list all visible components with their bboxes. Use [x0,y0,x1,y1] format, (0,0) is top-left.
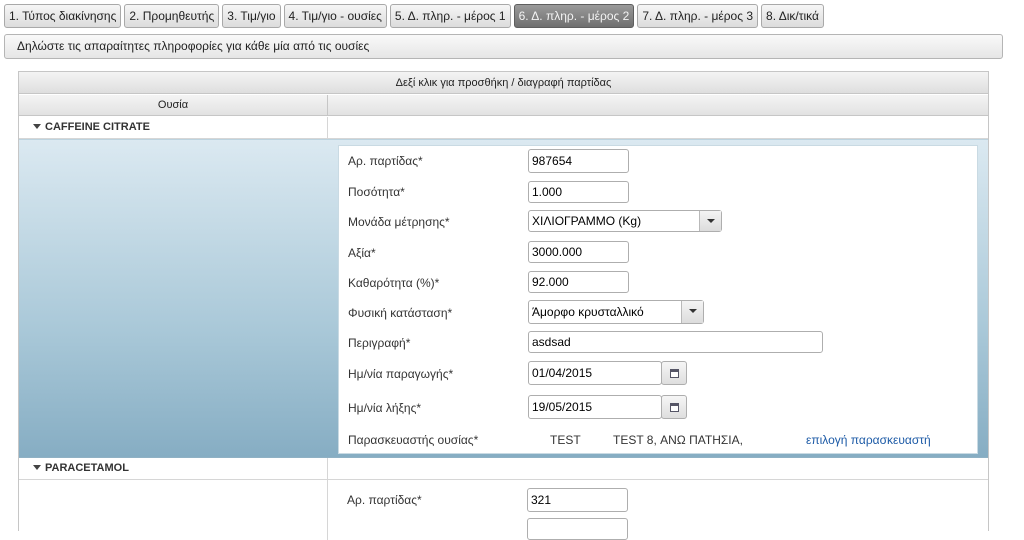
tab-step-4[interactable]: 4. Τιμ/γιο - ουσίες [283,4,387,28]
group-name: PARACETAMOL [45,462,129,474]
unit-select[interactable]: ΧΙΛΙΟΓΡΑΜΜΟ (Kg) [528,210,722,232]
quantity-label: Ποσότητα* [348,185,405,199]
purity-input[interactable]: 92.000 [528,271,629,293]
batch-input[interactable]: 321 [527,488,628,512]
description-label: Περιγραφή* [348,336,411,350]
step-tabs: 1. Τύπος διακίνησης 2. Προμηθευτής 3. Τι… [4,4,824,29]
batch-input[interactable]: 987654 [528,149,629,173]
expiry-date-input[interactable]: 19/05/2015 [528,395,662,419]
tab-step-7[interactable]: 7. Δ. πληρ. - μέρος 3 [637,4,759,28]
group-row-caffeine[interactable]: CAFFEINE CITRATE [19,117,988,139]
calendar-icon[interactable] [661,361,687,385]
purity-label: Καθαρότητα (%)* [348,276,440,290]
unit-select-value: ΧΙΛΙΟΓΡΑΜΜΟ (Kg) [532,214,642,228]
value-input[interactable]: 3000.000 [528,241,629,263]
chevron-down-icon[interactable] [699,211,721,231]
batch-label: Αρ. παρτίδας* [347,493,422,507]
production-date-input[interactable]: 01/04/2015 [528,361,662,385]
batch-label: Αρ. παρτίδας* [348,154,423,168]
tab-step-8[interactable]: 8. Δικ/τικά [761,4,824,28]
caret-down-icon[interactable] [33,124,41,129]
group-cell: CAFFEINE CITRATE [19,117,328,139]
detail-row: Αρ. παρτίδας* 987654 Ποσότητα* 1.000 Μον… [19,139,988,458]
grid-caption: Δεξί κλικ για προσθήκη / διαγραφή παρτίδ… [19,72,988,94]
detail-row: Αρ. παρτίδας* 321 [19,480,988,540]
chevron-down-icon[interactable] [681,301,703,323]
grid-header: Ουσία [19,95,988,116]
group-cell: PARACETAMOL [19,458,328,480]
group-name: CAFFEINE CITRATE [45,121,150,133]
description-input[interactable]: asdsad [528,331,823,353]
production-date-label: Ημ/νία παραγωγής* [348,367,454,381]
unit-label: Μονάδα μέτρησης* [348,215,450,229]
detail-row-left [19,480,328,540]
manufacturer-label: Παρασκευαστής ουσίας* [348,433,479,447]
tab-step-6[interactable]: 6. Δ. πληρ. - μέρος 2 [513,4,635,28]
group-row-paracetamol[interactable]: PARACETAMOL [19,458,988,480]
manufacturer-name: TEST [550,433,581,447]
tab-step-1[interactable]: 1. Τύπος διακίνησης [4,4,122,28]
tab-step-5[interactable]: 5. Δ. πληρ. - μέρος 1 [389,4,511,28]
substance-grid: Δεξί κλικ για προσθήκη / διαγραφή παρτίδ… [18,71,989,540]
quantity-input[interactable] [527,518,628,540]
value-label: Αξία* [348,246,376,260]
select-manufacturer-link[interactable]: επιλογή παρασκευαστή [806,433,931,447]
expiry-date-label: Ημ/νία λήξης* [348,401,422,415]
column-header-substance: Ουσία [19,95,328,116]
state-select[interactable]: Άμορφο κρυσταλλικό [528,300,704,324]
tab-step-2[interactable]: 2. Προμηθευτής [124,4,220,28]
manufacturer-address: TEST 8, ΑΝΩ ΠΑΤΗΣΙΑ, [613,433,743,447]
caret-down-icon[interactable] [33,465,41,470]
quantity-input[interactable]: 1.000 [528,181,629,203]
tab-step-3[interactable]: 3. Τιμ/γιο [222,4,281,28]
state-label: Φυσική κατάσταση* [348,306,453,320]
calendar-icon[interactable] [661,395,687,419]
state-select-value: Άμορφο κρυσταλλικό [532,305,644,319]
batch-detail-panel: Αρ. παρτίδας* 987654 Ποσότητα* 1.000 Μον… [338,145,978,454]
instruction-bar: Δηλώστε τις απαραίτητες πληροφορίες για … [4,34,1003,59]
